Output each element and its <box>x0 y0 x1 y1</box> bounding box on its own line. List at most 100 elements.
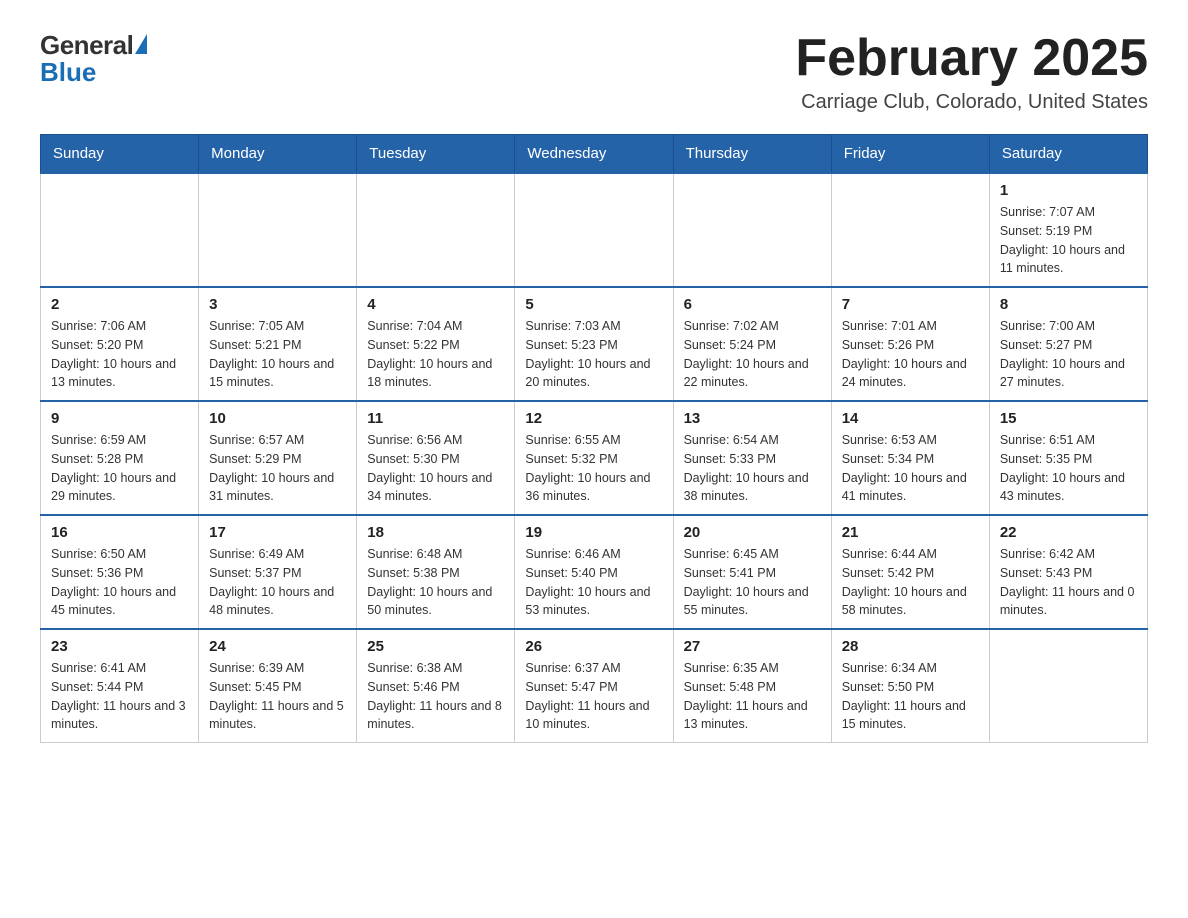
day-number: 11 <box>367 410 504 427</box>
day-info: Sunrise: 6:41 AMSunset: 5:44 PMDaylight:… <box>51 659 188 734</box>
calendar-header-row: SundayMondayTuesdayWednesdayThursdayFrid… <box>41 135 1148 174</box>
day-number: 10 <box>209 410 346 427</box>
calendar-cell <box>989 629 1147 743</box>
calendar-cell: 11 Sunrise: 6:56 AMSunset: 5:30 PMDayligh… <box>357 401 515 515</box>
calendar-cell: 21 Sunrise: 6:44 AMSunset: 5:42 PMDayligh… <box>831 515 989 629</box>
calendar-cell <box>673 173 831 287</box>
day-number: 26 <box>525 638 662 655</box>
day-number: 13 <box>684 410 821 427</box>
logo-blue-text: Blue <box>40 57 96 88</box>
day-number: 3 <box>209 296 346 313</box>
month-title: February 2025 <box>795 30 1148 87</box>
day-info: Sunrise: 7:00 AMSunset: 5:27 PMDaylight:… <box>1000 317 1137 392</box>
day-number: 8 <box>1000 296 1137 313</box>
day-info: Sunrise: 6:50 AMSunset: 5:36 PMDaylight:… <box>51 545 188 620</box>
logo: General Blue <box>40 30 147 88</box>
day-of-week-header: Sunday <box>41 135 199 174</box>
calendar-cell: 4 Sunrise: 7:04 AMSunset: 5:22 PMDaylight… <box>357 287 515 401</box>
day-info: Sunrise: 6:54 AMSunset: 5:33 PMDaylight:… <box>684 431 821 506</box>
day-info: Sunrise: 6:49 AMSunset: 5:37 PMDaylight:… <box>209 545 346 620</box>
day-number: 7 <box>842 296 979 313</box>
calendar-cell: 26 Sunrise: 6:37 AMSunset: 5:47 PMDayligh… <box>515 629 673 743</box>
day-number: 24 <box>209 638 346 655</box>
calendar-cell: 24 Sunrise: 6:39 AMSunset: 5:45 PMDayligh… <box>199 629 357 743</box>
day-info: Sunrise: 6:48 AMSunset: 5:38 PMDaylight:… <box>367 545 504 620</box>
day-number: 15 <box>1000 410 1137 427</box>
day-number: 4 <box>367 296 504 313</box>
day-info: Sunrise: 6:55 AMSunset: 5:32 PMDaylight:… <box>525 431 662 506</box>
day-number: 25 <box>367 638 504 655</box>
week-row: 9 Sunrise: 6:59 AMSunset: 5:28 PMDaylight… <box>41 401 1148 515</box>
day-number: 2 <box>51 296 188 313</box>
day-info: Sunrise: 6:56 AMSunset: 5:30 PMDaylight:… <box>367 431 504 506</box>
calendar-cell <box>831 173 989 287</box>
page-header: General Blue February 2025 Carriage Club… <box>40 30 1148 114</box>
day-info: Sunrise: 6:46 AMSunset: 5:40 PMDaylight:… <box>525 545 662 620</box>
calendar-cell <box>41 173 199 287</box>
day-number: 23 <box>51 638 188 655</box>
calendar-cell: 13 Sunrise: 6:54 AMSunset: 5:33 PMDayligh… <box>673 401 831 515</box>
week-row: 2 Sunrise: 7:06 AMSunset: 5:20 PMDaylight… <box>41 287 1148 401</box>
day-number: 6 <box>684 296 821 313</box>
calendar-cell: 8 Sunrise: 7:00 AMSunset: 5:27 PMDaylight… <box>989 287 1147 401</box>
day-info: Sunrise: 7:06 AMSunset: 5:20 PMDaylight:… <box>51 317 188 392</box>
location-subtitle: Carriage Club, Colorado, United States <box>795 91 1148 114</box>
calendar-cell: 3 Sunrise: 7:05 AMSunset: 5:21 PMDaylight… <box>199 287 357 401</box>
day-info: Sunrise: 6:34 AMSunset: 5:50 PMDaylight:… <box>842 659 979 734</box>
day-of-week-header: Tuesday <box>357 135 515 174</box>
day-info: Sunrise: 7:03 AMSunset: 5:23 PMDaylight:… <box>525 317 662 392</box>
day-info: Sunrise: 7:05 AMSunset: 5:21 PMDaylight:… <box>209 317 346 392</box>
day-info: Sunrise: 6:38 AMSunset: 5:46 PMDaylight:… <box>367 659 504 734</box>
day-info: Sunrise: 6:37 AMSunset: 5:47 PMDaylight:… <box>525 659 662 734</box>
day-info: Sunrise: 6:45 AMSunset: 5:41 PMDaylight:… <box>684 545 821 620</box>
day-number: 16 <box>51 524 188 541</box>
calendar-cell: 6 Sunrise: 7:02 AMSunset: 5:24 PMDaylight… <box>673 287 831 401</box>
calendar-cell: 20Sunrise: 6:45 AMSunset: 5:41 PMDayligh… <box>673 515 831 629</box>
day-info: Sunrise: 6:44 AMSunset: 5:42 PMDaylight:… <box>842 545 979 620</box>
calendar-cell: 18Sunrise: 6:48 AMSunset: 5:38 PMDayligh… <box>357 515 515 629</box>
calendar-cell: 17 Sunrise: 6:49 AMSunset: 5:37 PMDayligh… <box>199 515 357 629</box>
calendar-cell: 9 Sunrise: 6:59 AMSunset: 5:28 PMDaylight… <box>41 401 199 515</box>
calendar-cell <box>357 173 515 287</box>
day-number: 1 <box>1000 182 1137 199</box>
day-number: 9 <box>51 410 188 427</box>
day-info: Sunrise: 7:04 AMSunset: 5:22 PMDaylight:… <box>367 317 504 392</box>
day-number: 5 <box>525 296 662 313</box>
day-info: Sunrise: 6:39 AMSunset: 5:45 PMDaylight:… <box>209 659 346 734</box>
day-number: 14 <box>842 410 979 427</box>
calendar-table: SundayMondayTuesdayWednesdayThursdayFrid… <box>40 134 1148 743</box>
logo-triangle-icon <box>135 34 147 54</box>
day-info: Sunrise: 6:35 AMSunset: 5:48 PMDaylight:… <box>684 659 821 734</box>
calendar-cell: 1Sunrise: 7:07 AMSunset: 5:19 PMDaylight… <box>989 173 1147 287</box>
day-of-week-header: Friday <box>831 135 989 174</box>
day-number: 27 <box>684 638 821 655</box>
calendar-cell: 25 Sunrise: 6:38 AMSunset: 5:46 PMDayligh… <box>357 629 515 743</box>
day-number: 21 <box>842 524 979 541</box>
week-row: 23 Sunrise: 6:41 AMSunset: 5:44 PMDayligh… <box>41 629 1148 743</box>
calendar-cell: 2 Sunrise: 7:06 AMSunset: 5:20 PMDaylight… <box>41 287 199 401</box>
day-of-week-header: Saturday <box>989 135 1147 174</box>
day-info: Sunrise: 7:02 AMSunset: 5:24 PMDaylight:… <box>684 317 821 392</box>
calendar-cell: 14 Sunrise: 6:53 AMSunset: 5:34 PMDayligh… <box>831 401 989 515</box>
day-info: Sunrise: 6:53 AMSunset: 5:34 PMDaylight:… <box>842 431 979 506</box>
day-info: Sunrise: 7:01 AMSunset: 5:26 PMDaylight:… <box>842 317 979 392</box>
calendar-cell <box>515 173 673 287</box>
day-number: 19 <box>525 524 662 541</box>
calendar-cell: 12Sunrise: 6:55 AMSunset: 5:32 PMDayligh… <box>515 401 673 515</box>
calendar-cell: 19 Sunrise: 6:46 AMSunset: 5:40 PMDayligh… <box>515 515 673 629</box>
day-number: 17 <box>209 524 346 541</box>
day-number: 22 <box>1000 524 1137 541</box>
calendar-cell: 22Sunrise: 6:42 AMSunset: 5:43 PMDayligh… <box>989 515 1147 629</box>
day-of-week-header: Thursday <box>673 135 831 174</box>
calendar-cell: 28 Sunrise: 6:34 AMSunset: 5:50 PMDayligh… <box>831 629 989 743</box>
day-number: 28 <box>842 638 979 655</box>
calendar-cell: 23 Sunrise: 6:41 AMSunset: 5:44 PMDayligh… <box>41 629 199 743</box>
day-info: Sunrise: 6:59 AMSunset: 5:28 PMDaylight:… <box>51 431 188 506</box>
day-of-week-header: Monday <box>199 135 357 174</box>
calendar-cell: 16 Sunrise: 6:50 AMSunset: 5:36 PMDayligh… <box>41 515 199 629</box>
calendar-cell: 5 Sunrise: 7:03 AMSunset: 5:23 PMDaylight… <box>515 287 673 401</box>
day-info: Sunrise: 6:51 AMSunset: 5:35 PMDaylight:… <box>1000 431 1137 506</box>
calendar-cell: 15 Sunrise: 6:51 AMSunset: 5:35 PMDayligh… <box>989 401 1147 515</box>
title-area: February 2025 Carriage Club, Colorado, U… <box>795 30 1148 114</box>
day-of-week-header: Wednesday <box>515 135 673 174</box>
